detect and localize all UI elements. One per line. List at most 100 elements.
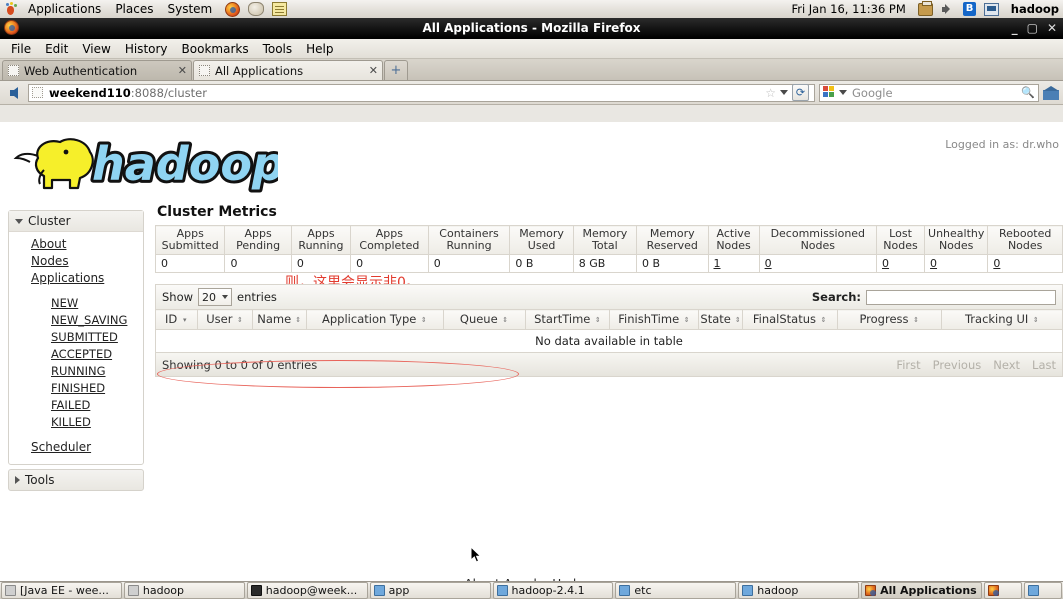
metrics-value-rebooted-nodes[interactable]: 0	[993, 257, 1000, 270]
sort-icon: ⇕	[420, 315, 427, 324]
sort-icon: ⇕	[683, 315, 690, 324]
column-header-queue[interactable]: Queue ⇕	[442, 309, 527, 330]
close-icon[interactable]: ✕	[1047, 21, 1057, 35]
pager-last[interactable]: Last	[1032, 358, 1056, 372]
clock[interactable]: Fri Jan 16, 11:36 PM	[783, 2, 913, 16]
sidebar-item-submitted[interactable]: SUBMITTED	[9, 329, 143, 346]
printer-icon[interactable]	[917, 0, 933, 16]
text-editor-launcher-icon[interactable]	[272, 2, 288, 16]
sidebar-item-nodes[interactable]: Nodes	[9, 253, 143, 270]
metrics-value-unhealthy-nodes[interactable]: 0	[930, 257, 937, 270]
menu-tools[interactable]: Tools	[256, 40, 300, 58]
menu-applications[interactable]: Applications	[21, 1, 108, 18]
metrics-value-containers-running: 0	[427, 254, 511, 273]
browser-navbar: weekend110 :8088/cluster ☆ ⟳ Google 🔍	[0, 81, 1063, 105]
taskbar-item-all-applications[interactable]: All Applications	[861, 582, 982, 599]
search-bar[interactable]: Google 🔍	[819, 83, 1039, 102]
sidebar-item-finished[interactable]: FINISHED	[9, 380, 143, 397]
star-icon[interactable]: ☆	[765, 86, 776, 100]
volume-icon[interactable]	[941, 3, 955, 16]
tab-close-icon[interactable]: ✕	[369, 64, 378, 77]
column-header-finishtime[interactable]: FinishTime ⇕	[609, 309, 699, 330]
sidebar-item-running[interactable]: RUNNING	[9, 363, 143, 380]
tab-web-authentication[interactable]: Web Authentication ✕	[2, 60, 192, 80]
sidebar-item-new-saving[interactable]: NEW_SAVING	[9, 312, 143, 329]
search-input[interactable]	[866, 289, 1056, 305]
bluetooth-icon[interactable]	[962, 2, 976, 16]
taskbar-item-terminal[interactable]: hadoop@week...	[246, 582, 368, 599]
new-tab-button[interactable]: +	[384, 60, 408, 80]
taskbar-item-hadoop-ide[interactable]: hadoop	[123, 582, 245, 599]
column-header-tracking-ui[interactable]: Tracking UI ⇕	[941, 309, 1063, 330]
hadoop-logo[interactable]: hadoop hadoop	[8, 130, 278, 200]
menu-bookmarks[interactable]: Bookmarks	[175, 40, 256, 58]
menu-edit[interactable]: Edit	[38, 40, 75, 58]
tab-favicon	[199, 65, 210, 76]
address-bar[interactable]: weekend110 :8088/cluster ☆ ⟳	[28, 83, 815, 102]
taskbar-item-folder-extra[interactable]	[1024, 582, 1062, 599]
sidebar-tools-header[interactable]: Tools	[8, 469, 144, 491]
sidebar-item-scheduler[interactable]: Scheduler	[9, 439, 143, 456]
menu-help[interactable]: Help	[299, 40, 340, 58]
sidebar-item-accepted[interactable]: ACCEPTED	[9, 346, 143, 363]
taskbar-item-label: hadoop	[757, 584, 799, 597]
minimize-icon[interactable]: _	[1012, 21, 1018, 35]
sidebar-item-about[interactable]: About	[9, 236, 143, 253]
menu-system[interactable]: System	[160, 1, 219, 18]
sidebar-item-new[interactable]: NEW	[9, 295, 143, 312]
reload-icon[interactable]: ⟳	[792, 84, 809, 101]
back-button[interactable]	[4, 84, 24, 102]
column-header-name[interactable]: Name ⇕	[251, 309, 307, 330]
sidebar-item-killed[interactable]: KILLED	[9, 414, 143, 431]
window-firefox-icon	[4, 20, 19, 35]
entries-select[interactable]: 20	[198, 288, 233, 306]
menu-history[interactable]: History	[118, 40, 175, 58]
chevron-down-icon[interactable]	[839, 90, 847, 95]
taskbar-item-label: app	[388, 584, 410, 597]
column-header-state[interactable]: State ⇕	[697, 309, 744, 330]
metrics-value-lost-nodes[interactable]: 0	[882, 257, 889, 270]
gimp-launcher-icon[interactable]	[248, 2, 265, 16]
sidebar-item-applications[interactable]: Applications	[9, 270, 143, 287]
pager-previous[interactable]: Previous	[933, 358, 982, 372]
google-icon[interactable]	[823, 86, 836, 99]
network-icon[interactable]	[983, 2, 999, 16]
taskbar-item-hadoop241-folder[interactable]: hadoop-2.4.1	[492, 582, 614, 599]
sidebar-cluster-header[interactable]: Cluster	[9, 211, 143, 232]
binoculars-icon[interactable]: 🔍	[1021, 86, 1035, 99]
home-icon[interactable]	[1043, 85, 1059, 100]
metrics-value-active-nodes[interactable]: 1	[714, 257, 721, 270]
pager-first[interactable]: First	[896, 358, 920, 372]
metrics-value-decommissioned-nodes[interactable]: 0	[765, 257, 772, 270]
column-header-id[interactable]: ID ▾	[154, 309, 199, 330]
taskbar-item-etc-folder[interactable]: etc	[615, 582, 737, 599]
showing-entries-label: Showing 0 to 0 of 0 entries	[162, 357, 318, 372]
taskbar-item-firefox-extra[interactable]	[984, 582, 1022, 599]
chevron-down-icon[interactable]	[780, 90, 788, 95]
metrics-header-containers-running: Containers Running	[427, 225, 511, 255]
sidebar-item-failed[interactable]: FAILED	[9, 397, 143, 414]
tab-all-applications[interactable]: All Applications ✕	[193, 60, 383, 80]
menu-places[interactable]: Places	[108, 1, 160, 18]
window-controls[interactable]: _ ▢ ✕	[1012, 18, 1057, 38]
menu-file[interactable]: File	[4, 40, 38, 58]
address-bar-controls[interactable]: ☆ ⟳	[765, 84, 811, 101]
column-header-progress[interactable]: Progress ⇕	[836, 309, 943, 330]
panel-username[interactable]: hadoop	[1003, 2, 1063, 16]
column-header-starttime[interactable]: StartTime ⇕	[525, 309, 611, 330]
sort-icon: ⇕	[237, 315, 243, 324]
gnome-foot-icon[interactable]	[4, 1, 19, 17]
menu-view[interactable]: View	[75, 40, 117, 58]
column-header-user[interactable]: User ⇕	[197, 309, 253, 330]
firefox-launcher-icon[interactable]	[225, 1, 241, 17]
column-header-application-type[interactable]: Application Type ⇕	[305, 309, 444, 330]
tab-favicon	[8, 65, 19, 76]
taskbar-item-javaee[interactable]: [Java EE - wee...	[1, 582, 122, 599]
tab-label: All Applications	[215, 63, 304, 78]
taskbar-item-hadoop-folder[interactable]: hadoop	[738, 582, 860, 599]
taskbar-item-app-folder[interactable]: app	[369, 582, 491, 599]
pager-next[interactable]: Next	[993, 358, 1020, 372]
maximize-icon[interactable]: ▢	[1027, 21, 1038, 35]
column-header-finalstatus[interactable]: FinalStatus ⇕	[742, 309, 838, 330]
tab-close-icon[interactable]: ✕	[178, 64, 187, 77]
